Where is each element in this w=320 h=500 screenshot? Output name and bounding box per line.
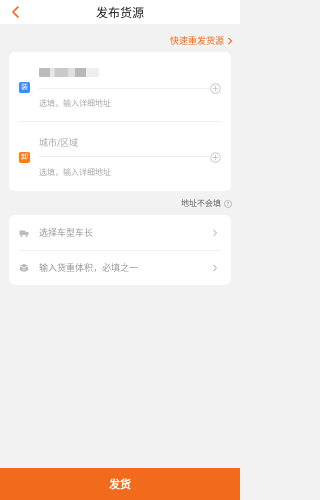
page-title: 发布货源 xyxy=(95,5,144,20)
add-loading-icon[interactable] xyxy=(210,83,221,94)
unloading-city-input[interactable]: 城市/区域 xyxy=(39,136,78,149)
address-card: 装 选填，输入详细地址 城市/区域 卸 选填，输入详细地址 xyxy=(9,52,231,191)
svg-text:?: ? xyxy=(227,201,230,207)
address-help-label: 地址不会填 xyxy=(181,199,221,208)
card-divider xyxy=(19,121,221,122)
loading-underline xyxy=(39,88,209,89)
cargo-weight-label: 输入货重体积，必填之一 xyxy=(39,264,139,274)
loading-tag: 装 xyxy=(19,82,30,93)
cargo-weight-row[interactable]: 输入货重体积，必填之一 xyxy=(9,250,231,285)
unloading-detail-input[interactable]: 选填，输入详细地址 xyxy=(39,167,111,178)
chevron-right-icon xyxy=(228,37,233,44)
loading-address-blurred[interactable] xyxy=(39,68,99,77)
loading-detail-input[interactable]: 选填，输入详细地址 xyxy=(39,98,111,109)
truck-icon xyxy=(19,230,29,237)
options-card: 选择车型车长 输入货重体积，必填之一 xyxy=(9,215,231,285)
add-unloading-icon[interactable] xyxy=(210,152,221,163)
quick-reissue-link[interactable]: 快速重发货源 xyxy=(170,34,234,47)
chevron-right-icon xyxy=(213,264,218,271)
vehicle-type-label: 选择车型车长 xyxy=(39,229,94,239)
unloading-tag: 卸 xyxy=(19,152,30,163)
submit-button[interactable]: 发货 xyxy=(0,468,240,500)
header-bar: 发布货源 xyxy=(0,0,240,24)
address-help[interactable]: 地址不会填 ? xyxy=(181,198,232,209)
vehicle-type-row[interactable]: 选择车型车长 xyxy=(9,215,231,250)
question-circle-icon: ? xyxy=(224,199,232,207)
quick-reissue-label: 快速重发货源 xyxy=(169,37,224,47)
chevron-right-icon xyxy=(213,229,218,236)
package-icon xyxy=(19,263,29,272)
back-icon[interactable] xyxy=(8,4,24,20)
unloading-underline xyxy=(39,156,209,157)
